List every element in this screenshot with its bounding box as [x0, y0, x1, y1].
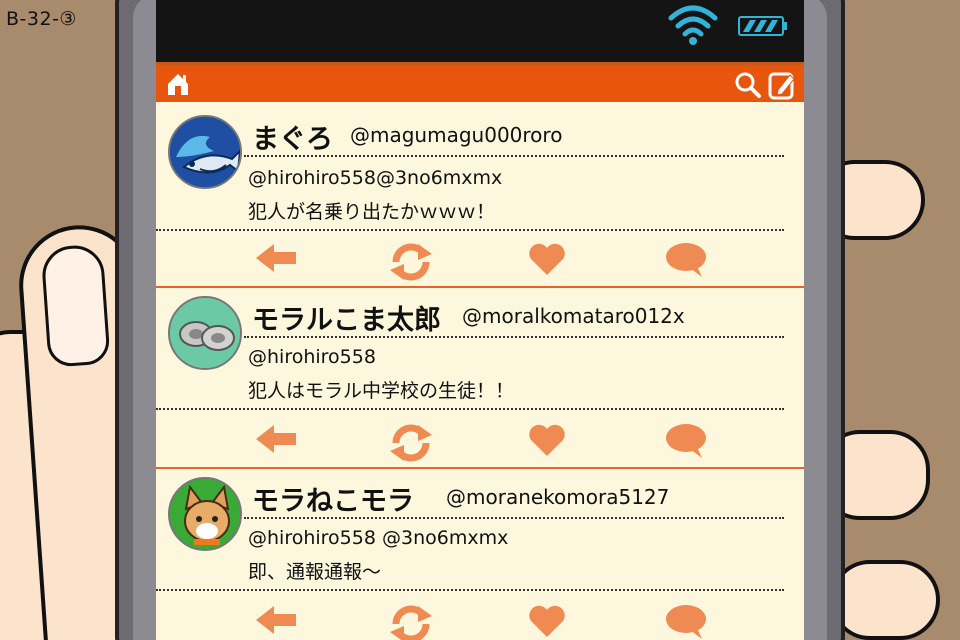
- battery-icon: [738, 16, 787, 36]
- speech-bubble-icon[interactable]: [664, 423, 708, 459]
- divider: [156, 408, 784, 410]
- divider: [244, 517, 784, 519]
- post-actions: [156, 419, 804, 463]
- thumb-nail: [40, 243, 111, 368]
- mention-line: @hirohiro558 @3no6mxmx: [248, 527, 509, 549]
- post-actions: [156, 238, 804, 282]
- cat-avatar-icon: [170, 479, 240, 549]
- divider: [156, 589, 784, 591]
- panel-code: B-32-③: [6, 8, 77, 30]
- heart-icon[interactable]: [528, 242, 566, 276]
- avatar[interactable]: [168, 477, 242, 551]
- divider: [156, 229, 784, 231]
- divider: [244, 336, 784, 338]
- user-name[interactable]: モラルこま太郎: [252, 298, 441, 337]
- phone-screen: まぐろ @magumagu000roro @hirohiro558@3no6mx…: [156, 0, 804, 640]
- post-item: モラねこモラ @moranekomora5127 @hirohiro558 @3…: [156, 467, 804, 640]
- post-text: 犯人が名乗り出たかｗｗｗ！: [248, 201, 496, 223]
- app-header: [156, 62, 804, 102]
- user-name[interactable]: モラねこモラ: [252, 479, 414, 518]
- post-actions: [156, 600, 804, 640]
- post-text: 犯人はモラル中学校の生徒！！: [248, 380, 515, 402]
- mention-line: @hirohiro558: [248, 346, 376, 368]
- retweet-icon[interactable]: [388, 604, 434, 640]
- avatar[interactable]: [168, 115, 242, 189]
- search-icon[interactable]: [734, 71, 762, 99]
- speech-bubble-icon[interactable]: [664, 242, 708, 278]
- speech-bubble-icon[interactable]: [664, 604, 708, 640]
- spinning-top-avatar-icon: [170, 298, 240, 368]
- user-handle[interactable]: @moranekomora5127: [446, 485, 669, 509]
- arrow-left-icon[interactable]: [254, 423, 298, 455]
- wifi-icon: [668, 5, 718, 45]
- post-item: モラルこま太郎 @moralkomataro012x @hirohiro558 …: [156, 286, 804, 469]
- heart-icon[interactable]: [528, 423, 566, 457]
- right-finger-bottom: [830, 560, 940, 640]
- avatar[interactable]: [168, 296, 242, 370]
- user-handle[interactable]: @magumagu000roro: [350, 123, 562, 147]
- post-item: まぐろ @magumagu000roro @hirohiro558@3no6mx…: [156, 105, 804, 288]
- arrow-left-icon[interactable]: [254, 242, 298, 274]
- heart-icon[interactable]: [528, 604, 566, 638]
- post-text: 即、通報通報～: [248, 561, 382, 583]
- status-bar: [156, 0, 804, 62]
- mention-line: @hirohiro558@3no6mxmx: [248, 167, 503, 189]
- retweet-icon[interactable]: [388, 242, 434, 282]
- compose-icon[interactable]: [768, 70, 796, 100]
- home-icon[interactable]: [164, 71, 192, 97]
- divider: [244, 155, 784, 157]
- retweet-icon[interactable]: [388, 423, 434, 463]
- tuna-avatar-icon: [170, 117, 240, 187]
- arrow-left-icon[interactable]: [254, 604, 298, 636]
- user-name[interactable]: まぐろ: [252, 117, 333, 156]
- user-handle[interactable]: @moralkomataro012x: [462, 304, 685, 328]
